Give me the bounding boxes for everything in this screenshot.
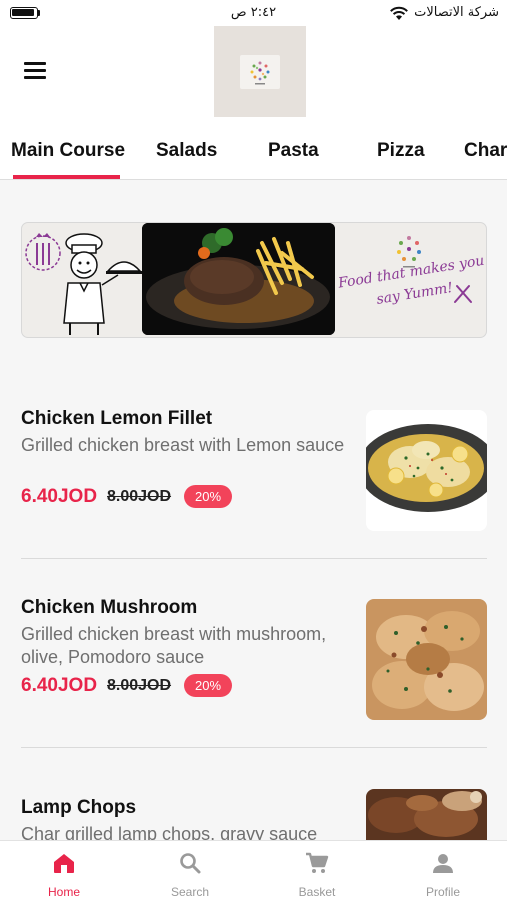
item-title: Lamp Chops bbox=[21, 797, 137, 818]
discount-badge: 20% bbox=[184, 674, 232, 697]
nav-home[interactable]: Home bbox=[1, 841, 127, 900]
item-image bbox=[366, 410, 487, 531]
app-header bbox=[0, 26, 507, 126]
nav-basket[interactable]: Basket bbox=[254, 841, 380, 900]
item-image bbox=[366, 599, 487, 720]
promo-banner[interactable]: Food that makes you say Yumm! bbox=[21, 222, 487, 338]
item-price: 6.40JOD bbox=[21, 675, 98, 696]
category-tabs: Main Course Salads Pasta Pizza Char bbox=[0, 126, 507, 180]
home-icon bbox=[54, 854, 74, 873]
nav-profile[interactable]: Profile bbox=[380, 841, 506, 900]
item-price: 6.40JOD bbox=[21, 486, 98, 507]
menu-icon[interactable] bbox=[24, 62, 46, 80]
wifi-icon bbox=[390, 6, 408, 20]
item-old-price: 8.00JOD bbox=[107, 677, 172, 694]
active-tab-indicator bbox=[13, 175, 120, 179]
tab-salads[interactable]: Salads bbox=[156, 140, 217, 162]
tab-char[interactable]: Char bbox=[464, 140, 507, 162]
search-icon bbox=[180, 853, 201, 874]
fork-knife-icon bbox=[454, 285, 472, 303]
nav-home-label: Home bbox=[47, 885, 80, 899]
item-description: Grilled chicken breast with Lemon sauce bbox=[21, 435, 345, 455]
status-bar: ٢:٤٢ ص شركة الاتصالات bbox=[0, 0, 507, 26]
item-description: Grilled chicken breast with mushroom, ol… bbox=[21, 624, 327, 667]
discount-badge: 20% bbox=[184, 485, 232, 508]
chef-illustration bbox=[22, 223, 142, 337]
nav-search[interactable]: Search bbox=[127, 841, 253, 900]
cart-icon bbox=[306, 852, 329, 873]
divider bbox=[21, 558, 487, 559]
profile-icon bbox=[433, 854, 453, 873]
steak-photo bbox=[142, 223, 335, 335]
divider bbox=[21, 747, 487, 748]
list-item[interactable]: Chicken Mushroom Grilled chicken breast … bbox=[0, 589, 507, 747]
restaurant-logo bbox=[214, 26, 306, 117]
carrier-name: شركة الاتصالات bbox=[414, 5, 499, 20]
item-image bbox=[366, 789, 487, 840]
tab-main-course[interactable]: Main Course bbox=[11, 140, 125, 162]
item-title: Chicken Lemon Fillet bbox=[21, 408, 213, 429]
tab-pizza[interactable]: Pizza bbox=[377, 140, 425, 162]
item-old-price: 8.00JOD bbox=[107, 488, 172, 505]
list-item[interactable]: Chicken Lemon Fillet Grilled chicken bre… bbox=[0, 400, 507, 558]
nav-profile-label: Profile bbox=[425, 885, 460, 899]
bottom-nav: Home Search Basket Profile bbox=[0, 840, 507, 900]
nav-search-label: Search bbox=[170, 885, 210, 899]
item-title: Chicken Mushroom bbox=[21, 597, 198, 618]
tab-pasta[interactable]: Pasta bbox=[268, 140, 319, 162]
nav-basket-label: Basket bbox=[298, 885, 336, 899]
